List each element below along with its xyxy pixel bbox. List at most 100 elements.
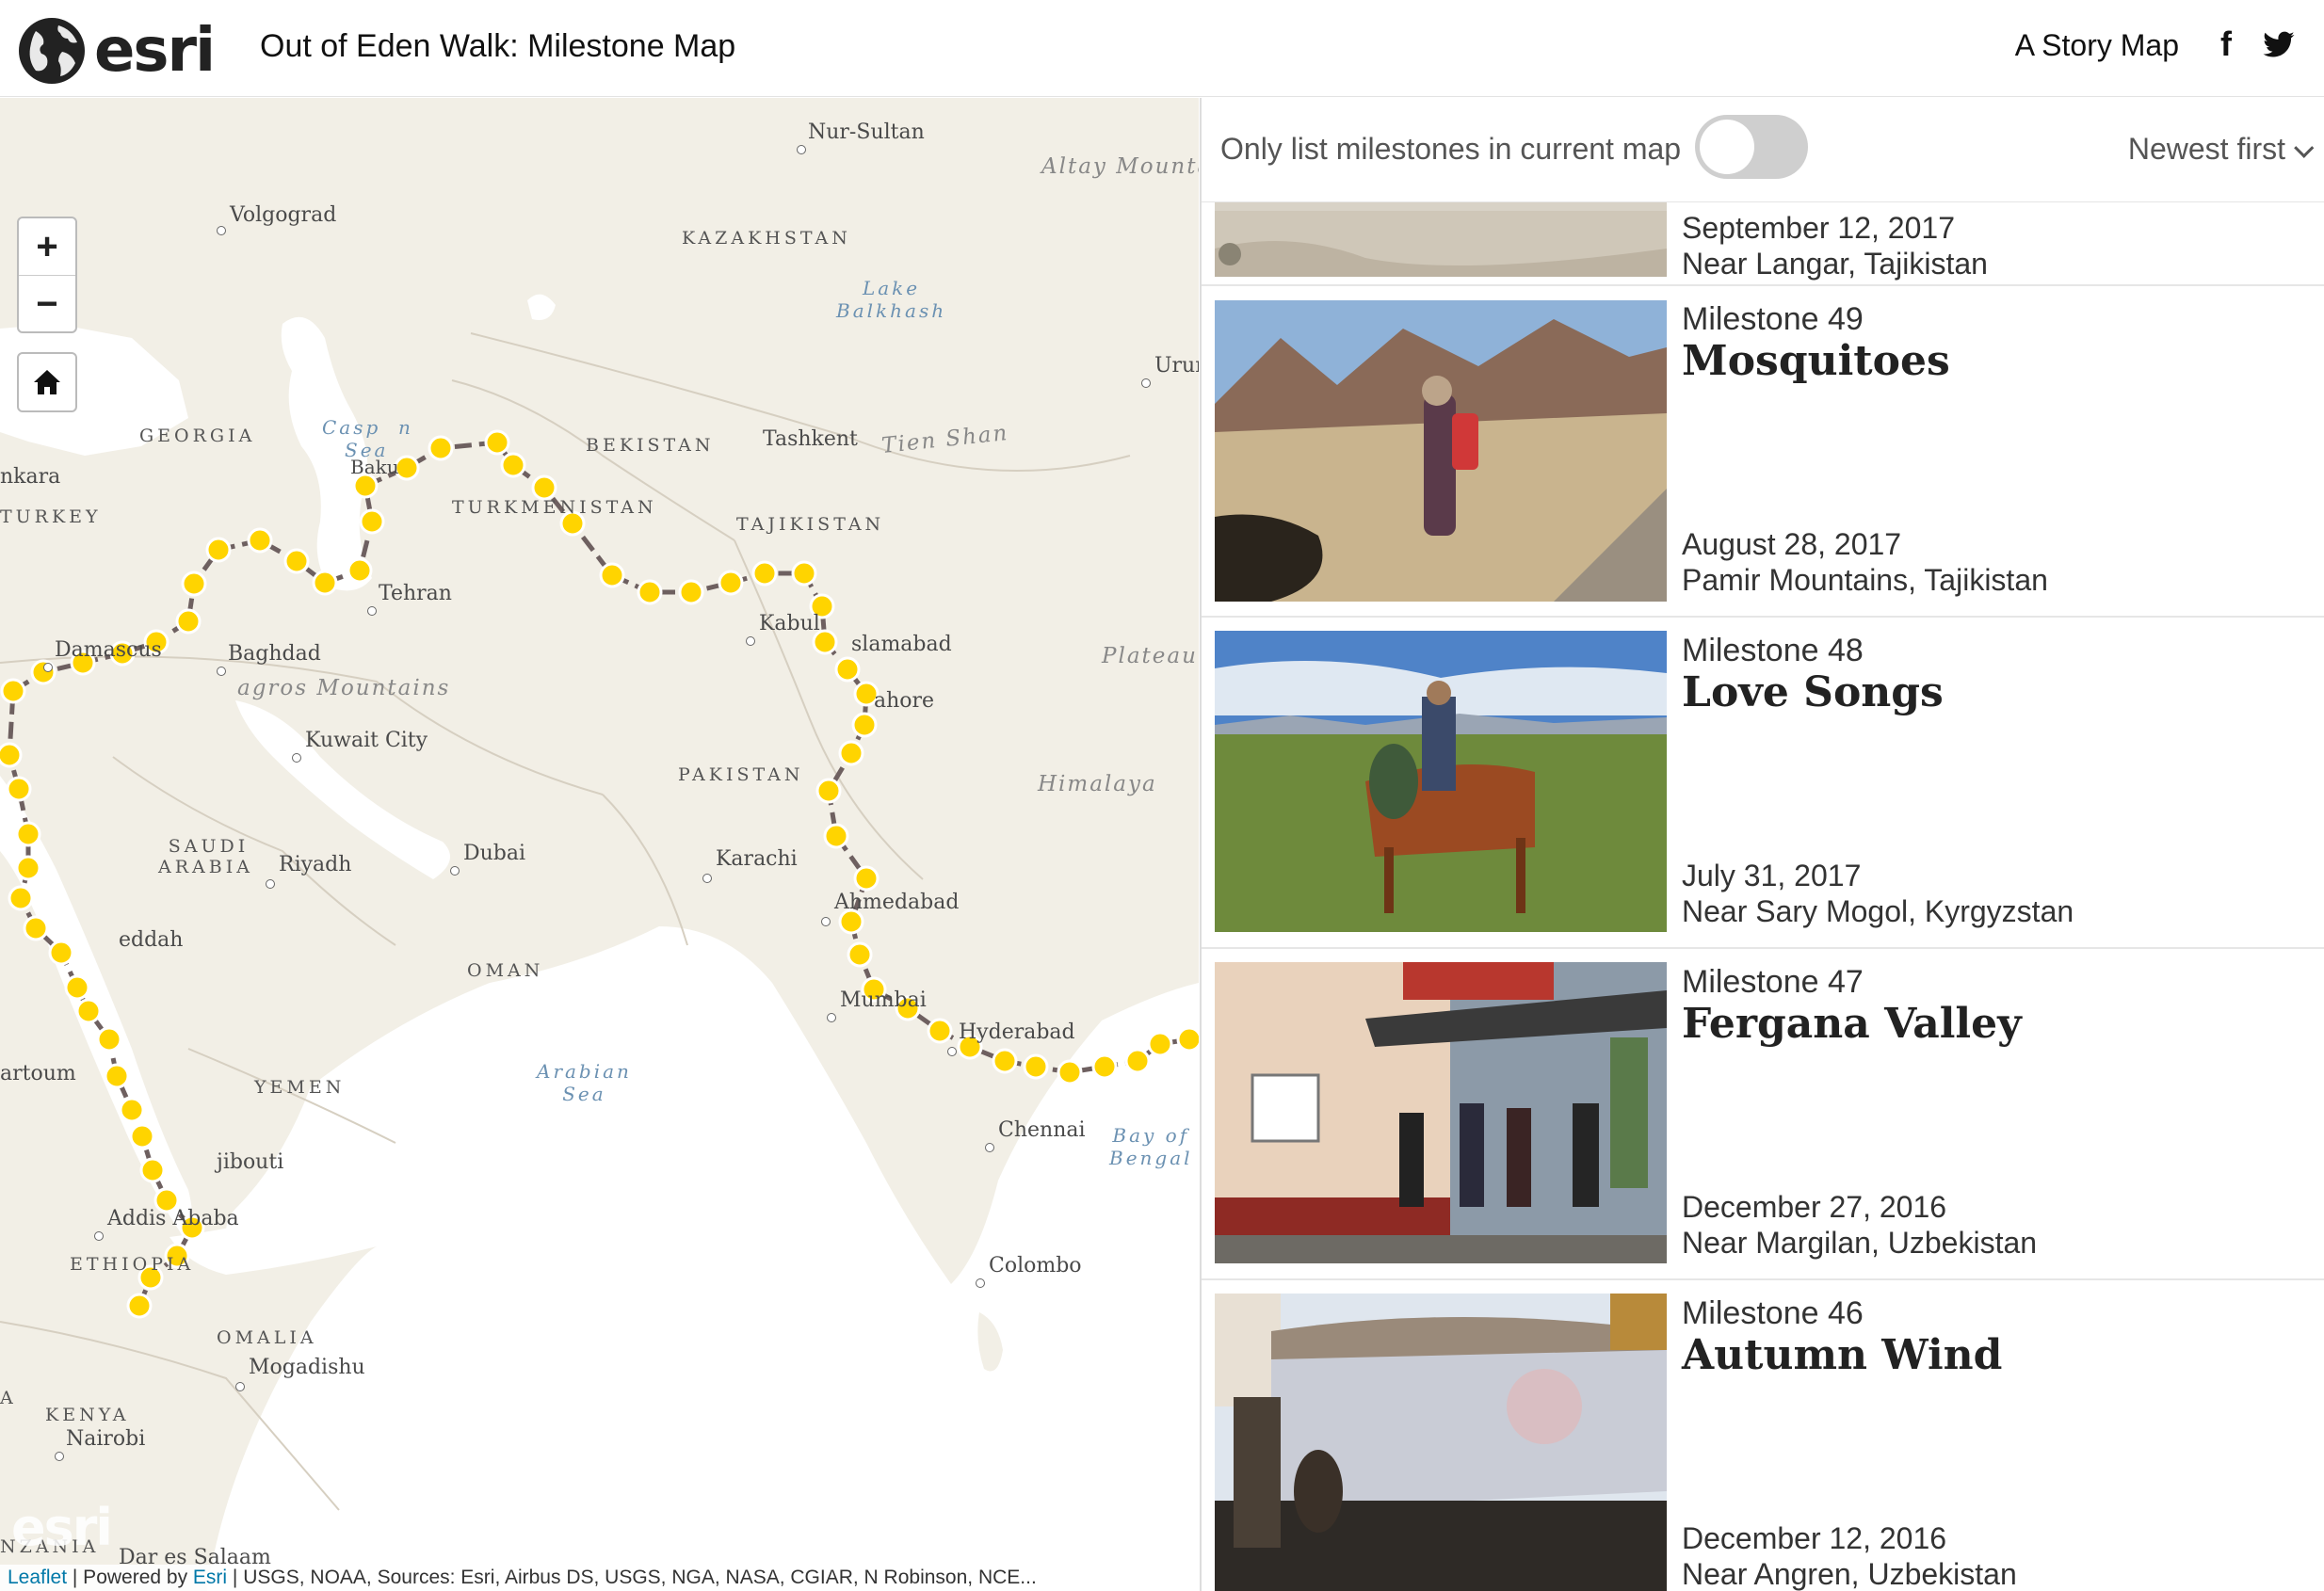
milestone-thumbnail: [1215, 962, 1667, 1263]
label-nairobi: Nairobi: [66, 1427, 146, 1451]
milestone-marker[interactable]: [1147, 1031, 1173, 1057]
milestone-marker[interactable]: [283, 548, 310, 574]
milestone-marker[interactable]: [718, 570, 744, 596]
milestone-marker[interactable]: [312, 570, 338, 596]
milestone-title: Autumn Wind: [1682, 1331, 2003, 1379]
milestone-marker[interactable]: [0, 678, 26, 704]
label-djibouti: jibouti: [217, 1150, 284, 1174]
current-map-filter-toggle[interactable]: [1695, 115, 1808, 179]
milestone-marker[interactable]: [175, 608, 202, 635]
label-riyadh: Riyadh: [279, 853, 352, 876]
esri-link[interactable]: Esri: [193, 1567, 227, 1588]
milestone-thumbnail: [1215, 631, 1667, 932]
milestone-marker[interactable]: [500, 452, 526, 478]
milestone-marker[interactable]: [104, 1063, 130, 1089]
label-kabul: Kabul: [759, 612, 820, 635]
label-chennai: Chennai: [998, 1118, 1086, 1142]
zoom-control: + −: [17, 217, 77, 333]
facebook-icon[interactable]: f: [2220, 24, 2232, 64]
home-icon: [34, 370, 60, 394]
milestone-marker[interactable]: [1124, 1048, 1151, 1074]
milestone-marker[interactable]: [851, 712, 878, 738]
milestone-item[interactable]: Milestone 46 Autumn Wind December 12, 20…: [1202, 1280, 2324, 1591]
filter-label: Only list milestones in current map: [1220, 132, 1682, 166]
toggle-knob: [1700, 120, 1754, 174]
esri-logo[interactable]: esri: [15, 13, 216, 88]
milestone-thumbnail: [1215, 300, 1667, 602]
milestone-marker[interactable]: [637, 579, 663, 605]
label-arabian-sea: Arabian Sea: [537, 1060, 632, 1105]
milestone-marker[interactable]: [1057, 1059, 1083, 1085]
app-header: esri Out of Eden Walk: Milestone Map A S…: [0, 0, 2324, 97]
label-ankara: nkara: [0, 465, 61, 489]
home-button[interactable]: [17, 352, 77, 412]
story-map-label: A Story Map: [2014, 28, 2179, 62]
label-kuwait: Kuwait City: [305, 729, 428, 752]
milestone-marker[interactable]: [96, 1026, 122, 1053]
milestone-marker[interactable]: [48, 940, 74, 966]
milestone-marker[interactable]: [139, 1157, 166, 1183]
label-yemen: YEMEN: [254, 1077, 346, 1098]
milestone-list-panel: September 12, 2017 Near Langar, Tajikist…: [1200, 98, 2324, 1591]
milestone-marker[interactable]: [599, 562, 625, 588]
label-altay: Altay Mounta: [1041, 154, 1199, 179]
milestone-marker[interactable]: [64, 974, 90, 1001]
label-dubai: Dubai: [463, 842, 526, 865]
milestone-marker[interactable]: [791, 560, 817, 587]
label-turkey: TURKEY: [0, 506, 102, 527]
milestone-marker[interactable]: [927, 1018, 953, 1044]
milestone-marker[interactable]: [359, 508, 385, 535]
label-tehran: Tehran: [379, 582, 452, 605]
milestone-marker[interactable]: [834, 656, 861, 683]
milestone-item[interactable]: Milestone 49 Mosquitoes August 28, 2017 …: [1202, 286, 2324, 618]
zoom-out-button[interactable]: −: [19, 275, 75, 332]
label-mumbai: Mumbai: [840, 988, 927, 1012]
milestone-item[interactable]: September 12, 2017 Near Langar, Tajikist…: [1202, 98, 2324, 286]
label-kazakhstan: KAZAKHSTAN: [682, 228, 851, 249]
milestone-marker[interactable]: [119, 1097, 145, 1123]
milestone-item[interactable]: Milestone 48 Love Songs July 31, 2017 Ne…: [1202, 618, 2324, 949]
milestone-marker[interactable]: [15, 855, 41, 881]
milestone-marker[interactable]: [815, 778, 842, 804]
milestone-marker[interactable]: [347, 557, 373, 584]
milestone-marker[interactable]: [247, 527, 273, 554]
milestone-marker[interactable]: [428, 435, 454, 461]
milestone-marker[interactable]: [129, 1123, 155, 1149]
label-edge-a: A: [0, 1388, 17, 1408]
milestone-marker[interactable]: [23, 915, 49, 941]
label-somalia: OMALIA: [217, 1327, 317, 1348]
milestone-item[interactable]: Milestone 47 Fergana Valley December 27,…: [1202, 949, 2324, 1280]
milestone-marker[interactable]: [1176, 1026, 1199, 1053]
milestone-marker[interactable]: [1091, 1053, 1118, 1080]
milestone-marker[interactable]: [205, 537, 232, 563]
milestone-marker[interactable]: [6, 776, 32, 802]
milestone-marker[interactable]: [75, 998, 102, 1024]
map-view[interactable]: Nur-Sultan Volgograd KAZAKHSTAN Altay Mo…: [0, 98, 1199, 1591]
city-dot: [1141, 378, 1151, 388]
milestone-marker[interactable]: [8, 885, 34, 911]
milestone-marker[interactable]: [181, 571, 207, 597]
milestone-marker[interactable]: [678, 579, 704, 605]
city-dot: [827, 1013, 836, 1022]
city-dot: [292, 753, 301, 763]
milestone-marker[interactable]: [847, 941, 873, 968]
milestone-marker[interactable]: [992, 1048, 1018, 1074]
twitter-icon[interactable]: [2262, 28, 2296, 62]
milestone-marker[interactable]: [1023, 1053, 1049, 1080]
milestone-marker[interactable]: [126, 1293, 153, 1319]
label-ahmedabad: Ahmedabad: [834, 891, 960, 914]
milestone-title: Mosquitoes: [1682, 337, 1950, 385]
sort-dropdown[interactable]: Newest first: [2128, 132, 2315, 167]
milestone-marker[interactable]: [0, 742, 23, 768]
milestone-marker[interactable]: [531, 474, 557, 501]
milestone-marker[interactable]: [853, 865, 880, 892]
label-karachi: Karachi: [716, 847, 798, 871]
milestone-marker[interactable]: [751, 560, 778, 587]
milestone-marker[interactable]: [484, 429, 510, 456]
leaflet-link[interactable]: Leaflet: [8, 1567, 67, 1588]
label-caspian-sea: Casp n Sea: [322, 416, 413, 461]
zoom-in-button[interactable]: +: [19, 218, 75, 275]
milestone-marker[interactable]: [823, 823, 849, 849]
milestone-marker[interactable]: [15, 821, 41, 847]
milestone-marker[interactable]: [838, 740, 864, 766]
